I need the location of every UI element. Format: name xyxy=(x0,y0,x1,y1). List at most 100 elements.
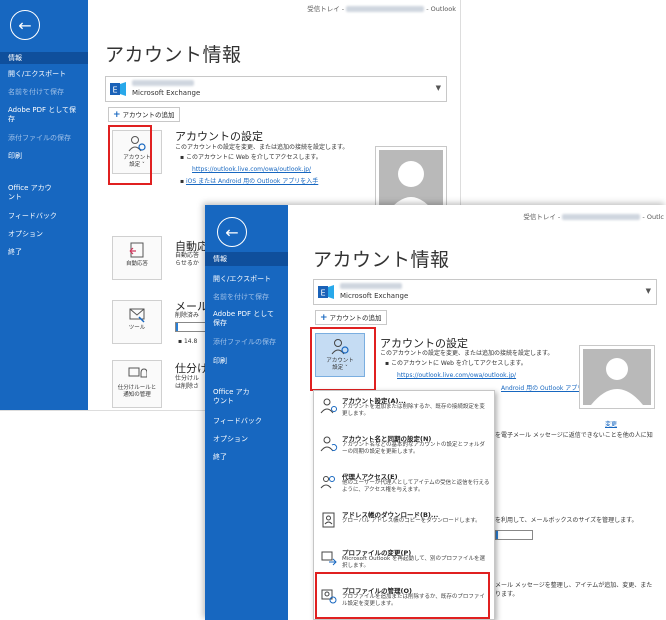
menu-item-desc: プロファイルを追加または削除するか、既存のプロファイル設定を変更します。 xyxy=(342,594,485,607)
account-settings-title: アカウントの設定 xyxy=(175,130,263,143)
nav-save-as[interactable]: 名前を付けて保存 xyxy=(205,293,288,302)
menu-item-delegate-access[interactable]: 代理人アクセス(E) 他のユーザーが代理人としてアイテムの受信と返信を行えるよう… xyxy=(314,469,494,505)
auto-reply-icon xyxy=(129,242,144,258)
auto-reply-tile[interactable]: 自動応答 xyxy=(112,236,162,280)
mailbox-size-value: 14.8 xyxy=(183,338,198,345)
add-account-button[interactable]: + アカウントの追加 xyxy=(108,107,180,122)
account-type: Microsoft Exchange xyxy=(132,89,201,97)
nav-info[interactable]: 情報 xyxy=(0,52,88,64)
user-gear-icon xyxy=(128,136,146,152)
account-settings-tile-label: アカウント 設定 ˅ xyxy=(326,358,354,371)
nav-save-attachments[interactable]: 添付ファイルの保存 xyxy=(0,134,88,143)
nav-exit[interactable]: 終了 xyxy=(0,248,88,257)
nav-feedback[interactable]: フィードバック xyxy=(205,417,288,426)
rules-desc-1: メール メッセージを整理し、アイテムが追加、変更、また xyxy=(495,582,653,589)
title-prefix: 受信トレイ - xyxy=(523,213,561,221)
account-settings-title: アカウントの設定 xyxy=(380,337,468,350)
user-gear-icon xyxy=(331,339,349,355)
delegate-users-icon xyxy=(320,476,335,489)
window-title: 受信トレイ - - Outlc xyxy=(523,211,664,221)
account-settings-bullet: ▪ このアカウントに Web を介してアクセスします。 xyxy=(180,154,322,161)
add-account-label: アカウントの追加 xyxy=(122,111,175,119)
auto-reply-desc-1: 自動応答 xyxy=(175,252,200,259)
account-selector[interactable]: E Microsoft Exchange ▼ xyxy=(105,76,447,102)
rules-tile-label: 仕分けルールと 通知の管理 xyxy=(117,385,157,398)
owa-link[interactable]: https://outlook.live.com/owa/outlook.jp/ xyxy=(397,372,516,380)
account-settings-desc: このアカウントの設定を変更、または追加の接続を設定します。 xyxy=(380,350,554,357)
title-suffix: - Outlc xyxy=(642,213,664,221)
auto-reply-desc: を電子メール メッセージに返信できないことを他の人に知 xyxy=(495,432,653,439)
plus-icon: + xyxy=(113,110,121,120)
nav-print[interactable]: 印刷 xyxy=(0,152,88,161)
nav-save-pdf[interactable]: Adobe PDF として保存 xyxy=(205,310,288,328)
nav-info[interactable]: 情報 xyxy=(205,252,288,266)
chevron-down-icon: ▼ xyxy=(645,287,651,295)
menu-item-download-address-book[interactable]: アドレス帳のダウンロード(B)... グローバル アドレス帳のコピーをダウンロー… xyxy=(314,507,494,543)
exchange-logo-icon: E xyxy=(318,285,334,299)
bullet-text: このアカウントに Web を介してアクセスします。 xyxy=(390,360,527,367)
owa-link[interactable]: https://outlook.live.com/owa/outlook.jp/ xyxy=(192,166,311,174)
address-book-icon xyxy=(322,512,335,528)
back-arrow-icon[interactable]: ← xyxy=(217,217,247,247)
nav-save-pdf[interactable]: Adobe PDF として保存 xyxy=(0,106,88,124)
rules-alerts-icon xyxy=(128,367,147,378)
mailbox-desc: 削除済み xyxy=(175,312,200,319)
back-arrow-icon[interactable]: ← xyxy=(10,10,40,40)
svg-text:E: E xyxy=(113,86,118,95)
account-settings-bullet: ▪ このアカウントに Web を介してアクセスします。 xyxy=(385,360,527,367)
account-type: Microsoft Exchange xyxy=(340,292,409,300)
tools-tile[interactable]: ツール xyxy=(112,300,162,344)
account-selector[interactable]: E Microsoft Exchange ▼ xyxy=(313,279,657,305)
nav-open-export[interactable]: 開く/エクスポート xyxy=(0,70,88,79)
nav-save-as[interactable]: 名前を付けて保存 xyxy=(0,88,88,97)
nav-options[interactable]: オプション xyxy=(0,230,88,239)
exchange-logo-icon: E xyxy=(110,82,126,96)
mailbox-tools-icon xyxy=(129,308,145,323)
menu-item-desc: Microsoft Outlook を再起動して、別のプロファイルを選択します。 xyxy=(342,556,486,569)
change-photo-link[interactable]: 変更 xyxy=(605,421,617,429)
nav-save-attachments[interactable]: 添付ファイルの保存 xyxy=(205,338,288,347)
mailbox-usage-fill xyxy=(496,531,499,539)
rules-tile[interactable]: 仕分けルールと 通知の管理 xyxy=(112,360,162,408)
mobile-app-link[interactable]: iOS または Android 用の Outlook アプリを入手 xyxy=(186,178,318,185)
nav-open-export[interactable]: 開く/エクスポート xyxy=(205,275,288,284)
mailbox-desc: を利用して、メールボックスのサイズを管理します。 xyxy=(495,517,638,524)
bullet-text: このアカウントに Web を介してアクセスします。 xyxy=(185,154,322,161)
title-suffix: - Outlook xyxy=(426,5,456,13)
mailbox-usage-bar xyxy=(495,530,533,540)
menu-item-desc: アカウント名などの基本的なアカウントの設定とフォルダーの同期の設定を更新します。 xyxy=(342,442,486,455)
nav-office-account[interactable]: Office アカウント xyxy=(0,184,60,202)
nav-options[interactable]: オプション xyxy=(205,435,288,444)
profile-photo[interactable] xyxy=(579,345,655,409)
mailbox-usage-bar xyxy=(175,322,209,332)
menu-item-desc: 他のユーザーが代理人としてアイテムの受信と返信を行えるように、アクセス権を与えま… xyxy=(342,480,490,493)
redacted-email xyxy=(346,6,425,12)
rules-desc-2: は削除さ xyxy=(175,383,200,390)
account-settings-tile[interactable]: アカウント 設定 ˅ xyxy=(315,333,365,377)
chevron-down-icon: ▼ xyxy=(435,84,441,92)
change-profile-icon xyxy=(321,551,337,566)
menu-item-account-settings[interactable]: アカウント設定(A)... アカウントを追加または削除するか、既存の接続設定を変… xyxy=(314,393,494,429)
nav-print[interactable]: 印刷 xyxy=(205,357,288,366)
rules-desc-1: 仕分けル xyxy=(175,375,200,382)
menu-item-manage-profiles[interactable]: プロファイルの管理(O) プロファイルを追加または削除するか、既存のプロファイル… xyxy=(314,583,494,619)
user-gear-icon xyxy=(320,398,337,414)
account-settings-dropdown: アカウント設定(A)... アカウントを追加または削除するか、既存の接続設定を変… xyxy=(313,390,495,620)
nav-office-account[interactable]: Office アカウント xyxy=(205,388,261,406)
tools-tile-label: ツール xyxy=(128,325,146,331)
plus-icon: + xyxy=(320,313,328,323)
redacted-account-name xyxy=(340,283,402,289)
menu-item-account-name-sync[interactable]: アカウント名と同期の設定(N) アカウント名などの基本的なアカウントの設定とフォ… xyxy=(314,431,494,467)
add-account-button[interactable]: + アカウントの追加 xyxy=(315,310,387,325)
manage-profiles-icon xyxy=(321,589,337,604)
nav-feedback[interactable]: フィードバック xyxy=(0,212,88,221)
auto-reply-desc-2: らせるか xyxy=(175,260,199,267)
nav-exit[interactable]: 終了 xyxy=(205,453,288,462)
menu-item-change-profile[interactable]: プロファイルの変更(P) Microsoft Outlook を再起動して、別の… xyxy=(314,545,494,581)
outlook-backstage-screenshot-2: ← 情報 開く/エクスポート 名前を付けて保存 Adobe PDF として保存 … xyxy=(205,205,666,620)
window-title: 受信トレイ - - Outlook xyxy=(307,3,456,13)
page-title: アカウント情報 xyxy=(313,249,450,271)
account-settings-tile[interactable]: アカウント 設定 ˅ xyxy=(112,130,162,174)
mobile-app-bullet: ▪ iOS または Android 用の Outlook アプリを入手 xyxy=(180,178,319,185)
backstage-sidebar: ← 情報 開く/エクスポート 名前を付けて保存 Adobe PDF として保存 … xyxy=(0,0,88,410)
